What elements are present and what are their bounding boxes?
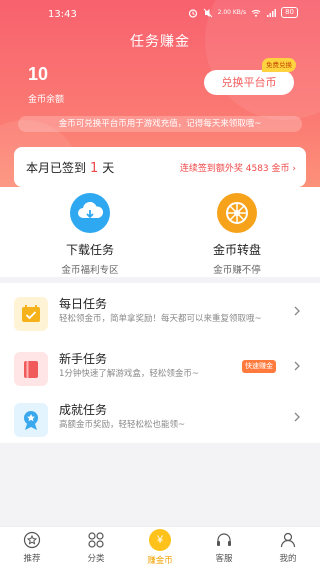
task-title: 成就任务	[59, 403, 108, 417]
task-title: 每日任务	[59, 297, 108, 311]
tab-category[interactable]: 分类	[64, 531, 128, 564]
alarm-icon	[188, 8, 197, 18]
network-speed: 2.00 KB/s	[217, 8, 247, 16]
tab-label: 推荐	[23, 554, 41, 564]
free-exchange-badge: 免费兑换	[262, 58, 296, 72]
battery-indicator: 80	[281, 7, 298, 18]
signin-status: 本月已签到 1 天	[26, 159, 114, 176]
signin-card[interactable]: 本月已签到 1 天 连续签到额外奖 4583 金币 ›	[14, 147, 306, 187]
signin-bonus-text: 连续签到额外奖 4583 金币	[179, 164, 290, 174]
wheel-icon	[217, 193, 257, 233]
chevron-right-icon: ›	[292, 164, 296, 174]
wifi-icon	[251, 9, 261, 17]
status-bar: 13:43 2.00 KB/s 80	[0, 0, 320, 28]
download-task-title: 下载任务	[65, 243, 114, 257]
grid-icon	[88, 532, 104, 548]
task-title: 新手任务	[59, 352, 108, 366]
tab-label: 客服	[215, 554, 233, 564]
task-row-daily[interactable]: 每日任务 轻松领金币，简单拿奖励！每天都可以来重复领取哦~	[0, 285, 320, 337]
coin-wheel-title: 金币转盘	[212, 243, 261, 257]
tab-label: 分类	[87, 554, 105, 564]
download-task-button[interactable]: 下载任务 金币福利专区	[20, 193, 160, 276]
tab-recommend[interactable]: 推荐	[0, 531, 64, 564]
tab-label: 我的	[279, 554, 297, 564]
yen-coin-icon: ¥	[149, 529, 171, 551]
chevron-right-icon	[294, 361, 300, 371]
task-description: 轻松领金币，简单拿奖励！每天都可以来重复领取哦~	[59, 314, 262, 324]
calendar-icon	[14, 297, 48, 331]
chevron-right-icon	[294, 412, 300, 422]
coin-wheel-button[interactable]: 金币转盘 金币赚不停	[167, 193, 307, 276]
user-icon	[280, 532, 296, 548]
exchange-platform-coin-button[interactable]: 兑换平台币	[204, 70, 294, 95]
tab-service[interactable]: 客服	[192, 531, 256, 564]
mute-icon	[203, 8, 212, 17]
tab-earn-coins[interactable]: ¥ 赚金币	[128, 529, 192, 566]
star-icon	[23, 531, 41, 549]
quick-earn-badge: 快速赚金	[242, 360, 276, 373]
bottom-tab-bar: 推荐 分类 ¥ 赚金币 客服 我的	[0, 526, 320, 568]
tab-label: 赚金币	[147, 556, 173, 566]
signin-suffix: 天	[102, 161, 115, 175]
download-task-subtitle: 金币福利专区	[61, 265, 119, 276]
quick-actions: 下载任务 金币福利专区 金币转盘 金币赚不停	[0, 187, 320, 277]
notice-banner: 金币可兑换平台币用于游戏充值，记得每天来领取哦~	[18, 116, 302, 132]
page-title: 任务赚金	[130, 34, 190, 50]
status-time: 13:43	[48, 9, 77, 20]
status-icons: 2.00 KB/s 80	[188, 7, 298, 18]
coin-balance: 10	[28, 64, 49, 84]
signin-bonus[interactable]: 连续签到额外奖 4583 金币 ›	[180, 161, 296, 174]
task-list: 每日任务 轻松领金币，简单拿奖励！每天都可以来重复领取哦~ 新手任务 1分钟快速…	[0, 283, 320, 443]
medal-icon	[14, 403, 48, 437]
signin-days: 1	[90, 161, 99, 176]
task-description: 高额金币奖励，轻轻松松也能领~	[59, 420, 186, 430]
signin-prefix: 本月已签到	[26, 161, 87, 175]
task-row-newbie[interactable]: 新手任务 1分钟快速了解游戏盒，轻松领金币~ 快速赚金	[0, 340, 320, 392]
chevron-right-icon	[294, 306, 300, 316]
book-icon	[14, 352, 48, 386]
cloud-download-icon	[70, 193, 110, 233]
coin-wheel-subtitle: 金币赚不停	[213, 265, 261, 276]
task-row-achievement[interactable]: 成就任务 高额金币奖励，轻轻松松也能领~	[0, 391, 320, 443]
signal-icon	[267, 8, 277, 17]
coin-balance-label: 金币余额	[28, 95, 65, 105]
headset-icon	[217, 533, 231, 546]
tab-mine[interactable]: 我的	[256, 531, 320, 564]
